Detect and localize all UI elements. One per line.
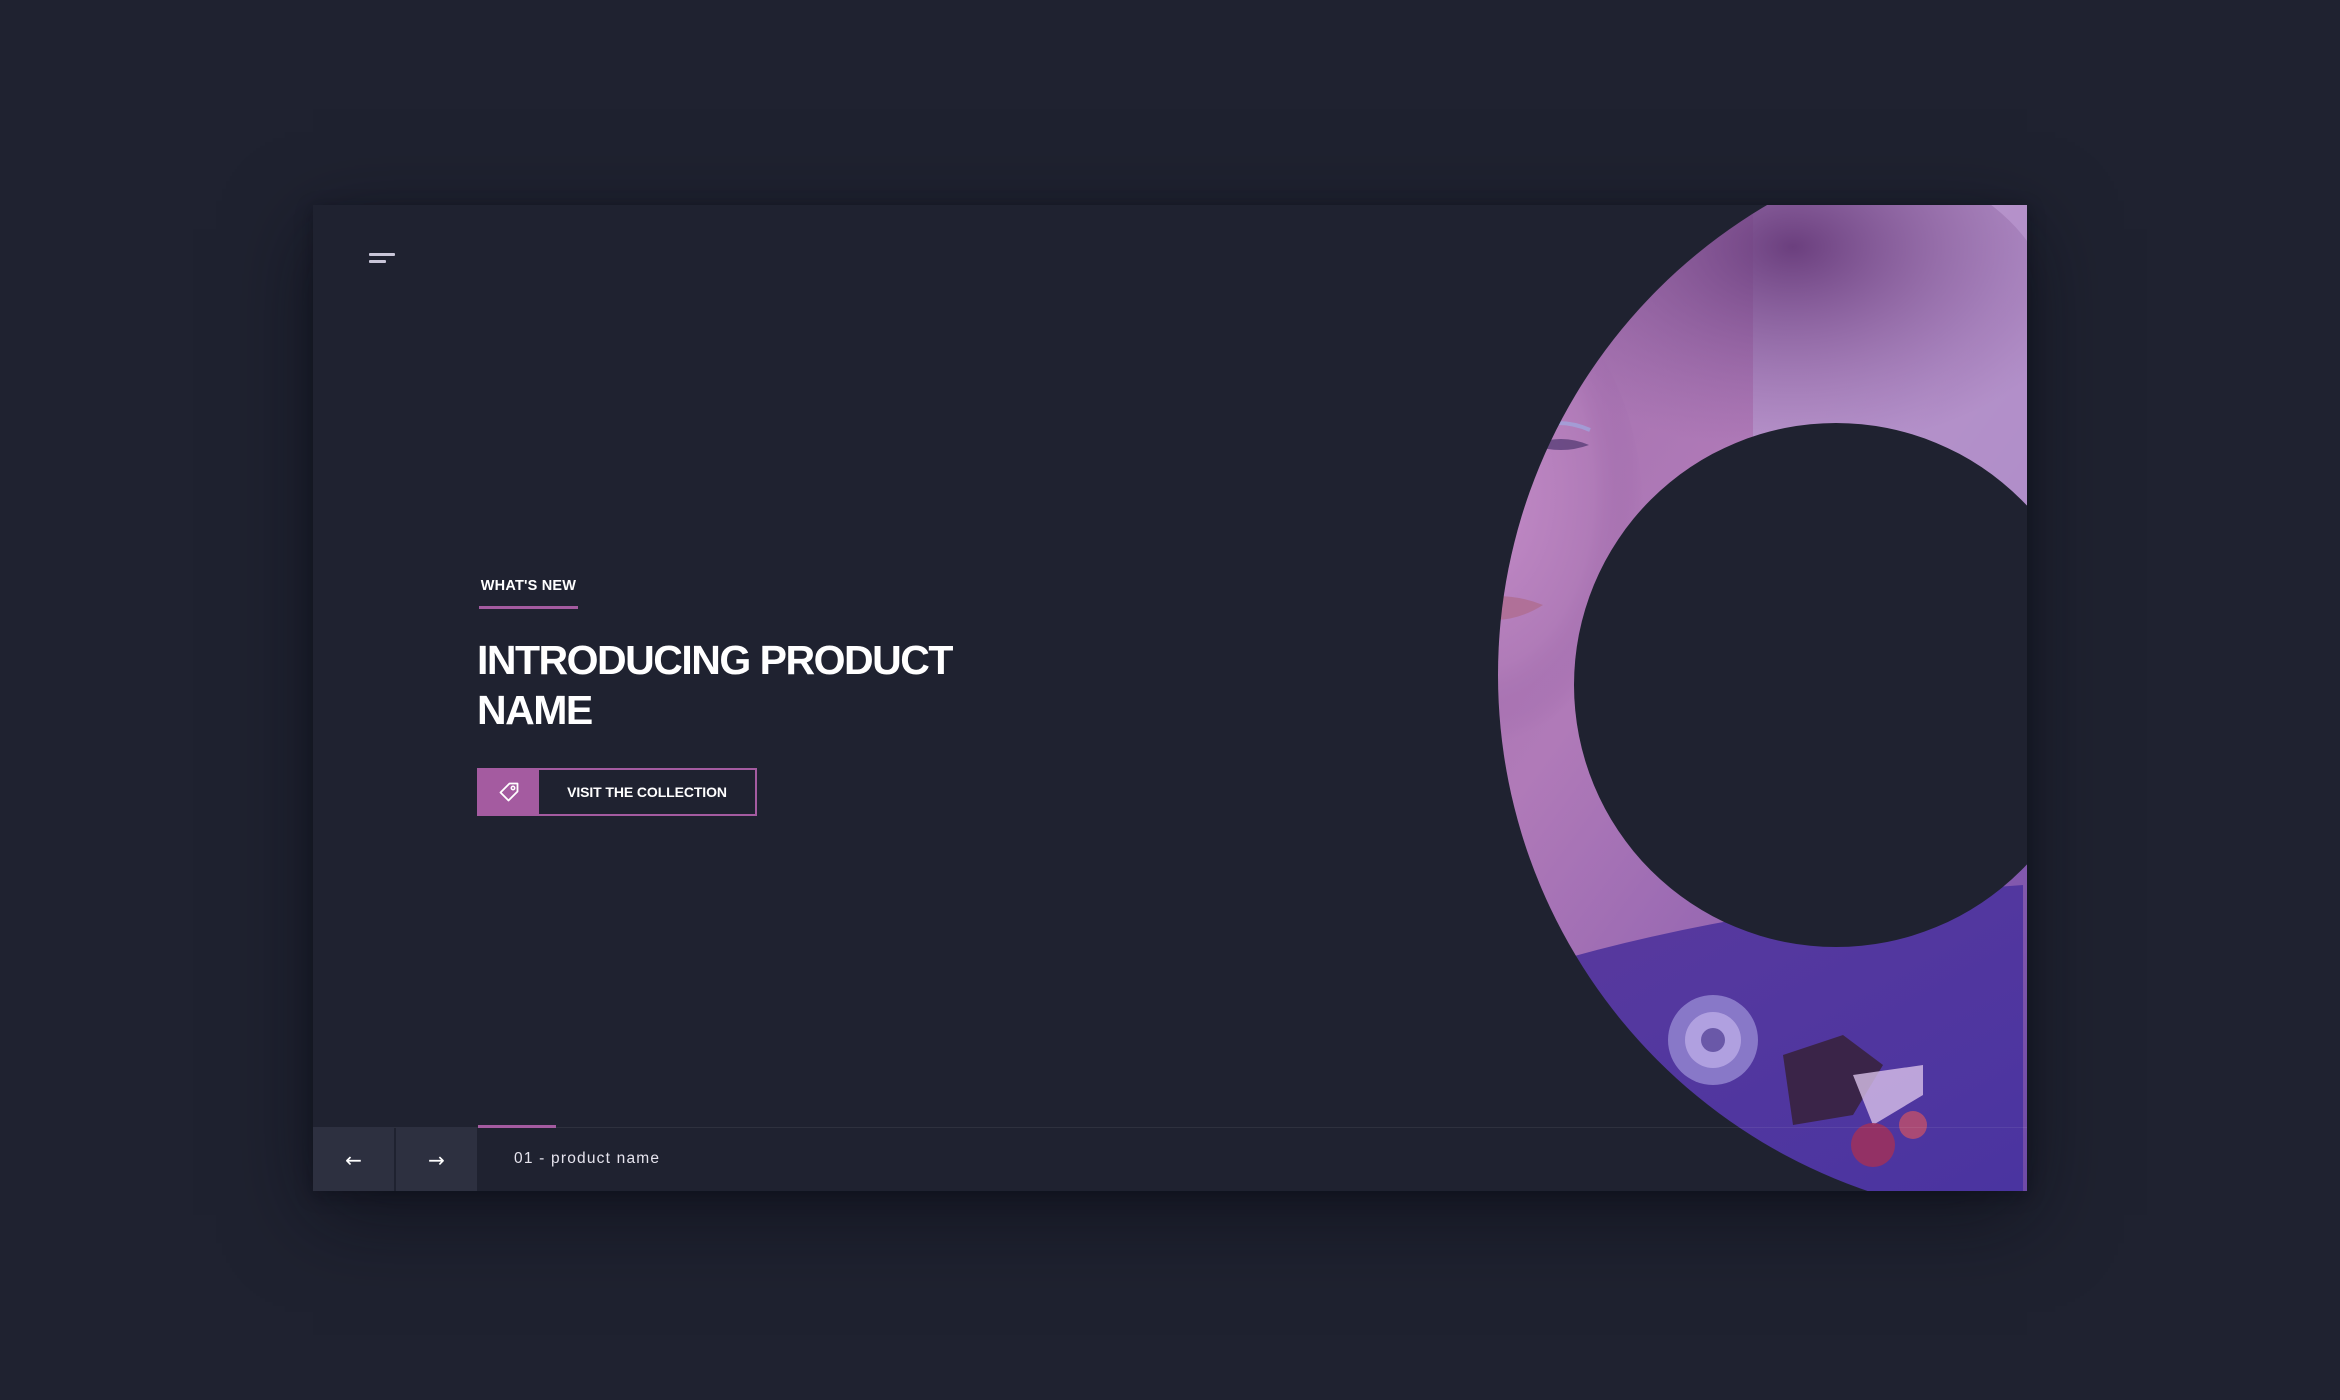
menu-icon-bar-top — [369, 253, 395, 256]
hamburger-menu-button[interactable] — [363, 243, 399, 273]
price-tag-icon — [479, 770, 539, 814]
hero-headline: INTRODUCING PRODUCT NAME — [477, 635, 1037, 735]
slider-footer: ← → 01 - product name — [313, 1125, 2027, 1191]
hero-slider-card: WHAT'S NEW INTRODUCING PRODUCT NAME VISI… — [313, 205, 2027, 1191]
menu-icon-bar-bottom — [369, 260, 386, 263]
prev-slide-button[interactable]: ← — [313, 1127, 394, 1191]
hero-headline-line1: INTRODUCING PRODUCT — [477, 637, 953, 683]
current-slide-label: 01 - product name — [514, 1150, 661, 1167]
hero-headline-line2: NAME — [477, 687, 593, 733]
next-slide-button[interactable]: → — [396, 1127, 477, 1191]
arrow-left-icon: ← — [345, 1147, 362, 1172]
visit-collection-label: VISIT THE COLLECTION — [567, 784, 727, 800]
whats-new-eyebrow: WHAT'S NEW — [479, 578, 578, 609]
slide-progress-bar — [478, 1125, 556, 1128]
visit-collection-button[interactable]: VISIT THE COLLECTION — [477, 768, 757, 816]
arrow-right-icon: → — [428, 1147, 445, 1172]
